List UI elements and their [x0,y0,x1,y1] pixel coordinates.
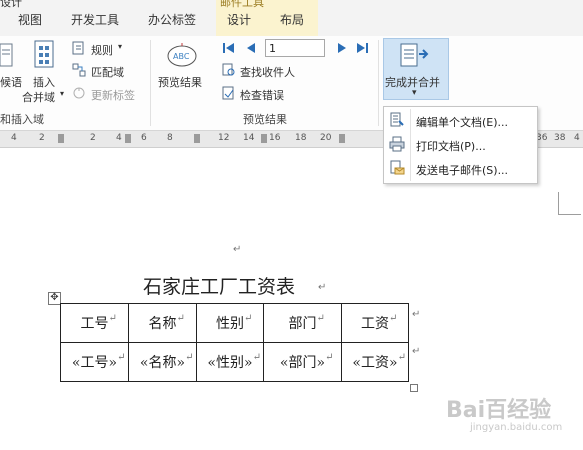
header-cell-text: 名称 [148,316,177,332]
rules-icon[interactable] [72,41,86,55]
merge-table[interactable]: 工号 ↵ 名称 ↵ 性别 ↵ 部门 ↵ 工资 ↵ «工号» ↵ «名称» ↵ «性别» ↵ «部… [60,303,409,382]
rules-chevron-icon[interactable]: ▾ [118,42,122,51]
finish-merge-menu: 编辑单个文档(E)... 打印文档(P)... 发送电子邮件(S)... [383,106,538,184]
table-cell[interactable]: «工号» ↵ [60,342,129,382]
table-cell[interactable]: «性别» ↵ [196,342,264,382]
edit-document-icon [390,112,404,127]
header-cell-text: 工号 [80,316,109,332]
check-errors-icon[interactable] [222,86,236,100]
tab-design[interactable]: 设计 [227,11,251,28]
match-fields-button[interactable]: 匹配域 [91,64,124,80]
group-separator [150,40,151,126]
ruler-tick: 38 [554,133,566,143]
table-cell[interactable]: «工资» ↵ [341,342,409,382]
update-labels-button: 更新标签 [91,89,135,102]
greeting-line-button[interactable]: 候语 [0,74,22,90]
svg-text:ABC: ABC [173,52,190,61]
header-cell-text: 性别 [216,316,244,332]
ruler-tick: 2 [90,133,96,143]
ruler-tick: 8 [167,133,173,143]
table-cell[interactable]: 性别 ↵ [196,303,264,343]
print-document-icon [389,136,405,152]
table-cell[interactable]: «名称» ↵ [128,342,197,382]
match-fields-icon[interactable] [72,63,86,77]
ruler-indent-marker[interactable] [58,134,64,143]
document-title[interactable]: 石家庄工厂工资表 [143,272,295,299]
ruler-tick: 12 [218,133,230,143]
tab-cut-label: 设计 [0,0,22,9]
merge-field: «部门» [279,355,326,371]
preview-results-button[interactable]: 预览结果 [158,74,202,90]
header-cell-text: 部门 [288,316,317,332]
merge-field: «性别» [207,355,253,371]
rules-button[interactable]: 规则 [91,42,113,58]
menu-item-label: 编辑单个文档(E)... [416,116,509,129]
merge-field: «工号» [71,355,118,371]
header-cell-text: 工资 [361,316,389,332]
previous-record-icon[interactable] [244,41,258,55]
check-errors-button[interactable]: 检查错误 [240,87,284,103]
paragraph-mark: ↵ [233,244,242,255]
insert-merge-field-icon[interactable] [31,40,57,70]
insert-merge-field-label-1[interactable]: 插入 [33,74,55,90]
ruler-tick: 16 [269,133,281,143]
finish-merge-chevron-icon[interactable]: ▾ [412,88,417,98]
watermark-logo: Bai百经验 [446,398,552,423]
tab-view[interactable]: 视图 [18,11,42,28]
find-recipient-button[interactable]: 查找收件人 [240,64,295,80]
row-end-mark: ↵ [412,309,421,320]
ruler-tick: 4 [574,133,580,143]
table-cell[interactable]: «部门» ↵ [263,342,342,382]
tab-layout[interactable]: 布局 [280,11,304,28]
chevron-down-icon[interactable]: ▾ [60,89,64,98]
ruler-tick: 6 [141,133,147,143]
write-insert-group-label: 和插入域 [0,113,44,126]
table-cell[interactable]: 工资 ↵ [341,303,409,343]
menu-item-print-documents[interactable]: 打印文档(P)... [384,133,537,157]
ruler-column-marker[interactable] [339,134,345,143]
menu-item-label: 发送电子邮件(S)... [416,164,509,177]
ruler-tick: 4 [116,133,122,143]
update-labels-icon [73,87,85,99]
ribbon-tab-strip: 设计 邮件工具 视图 开发工具 办公标签 设计 布局 [0,0,583,36]
record-number-input[interactable]: 1 [265,39,325,57]
last-record-icon[interactable] [355,41,369,55]
ruler-tick: 20 [320,133,332,143]
ruler-column-marker[interactable] [261,134,267,143]
paragraph-mark: ↵ [318,282,327,293]
first-record-icon[interactable] [222,41,236,55]
preview-group-label: 预览结果 [243,113,287,126]
context-group-title: 邮件工具 [220,0,264,9]
menu-item-send-email[interactable]: 发送电子邮件(S)... [384,157,537,181]
ruler-tick: 14 [243,133,255,143]
ruler-tick: 18 [295,133,307,143]
merge-field: «工资» [352,355,398,371]
tab-developer[interactable]: 开发工具 [71,11,119,28]
row-end-mark: ↵ [412,346,421,357]
watermark-url: jingyan.baidu.com [470,422,563,433]
tab-office-tab[interactable]: 办公标签 [148,11,196,28]
ruler-column-marker[interactable] [125,134,131,143]
menu-item-edit-individual[interactable]: 编辑单个文档(E)... [384,109,537,133]
ruler-tick: 4 [11,133,17,143]
table-cell[interactable]: 部门 ↵ [263,303,342,343]
send-email-icon [390,160,405,175]
greeting-line-icon[interactable] [0,42,14,68]
table-row: 工号 ↵ 名称 ↵ 性别 ↵ 部门 ↵ 工资 ↵ [60,303,409,343]
ruler-tick: 2 [39,133,45,143]
page-margin-marker [558,192,581,215]
next-record-icon[interactable] [335,41,349,55]
merge-field: «名称» [139,355,186,371]
table-resize-handle[interactable] [410,384,418,392]
group-separator [378,40,379,126]
insert-merge-field-label-2[interactable]: 合并域 [22,89,55,105]
preview-results-icon[interactable]: ABC [165,42,199,72]
table-cell[interactable]: 工号 ↵ [60,303,129,343]
find-recipient-icon[interactable] [222,63,236,77]
menu-item-label: 打印文档(P)... [416,140,486,153]
finish-merge-icon[interactable] [399,42,431,70]
ruler-column-marker[interactable] [194,134,200,143]
table-cell[interactable]: 名称 ↵ [128,303,197,343]
table-row: «工号» ↵ «名称» ↵ «性别» ↵ «部门» ↵ «工资» ↵ [60,342,409,382]
